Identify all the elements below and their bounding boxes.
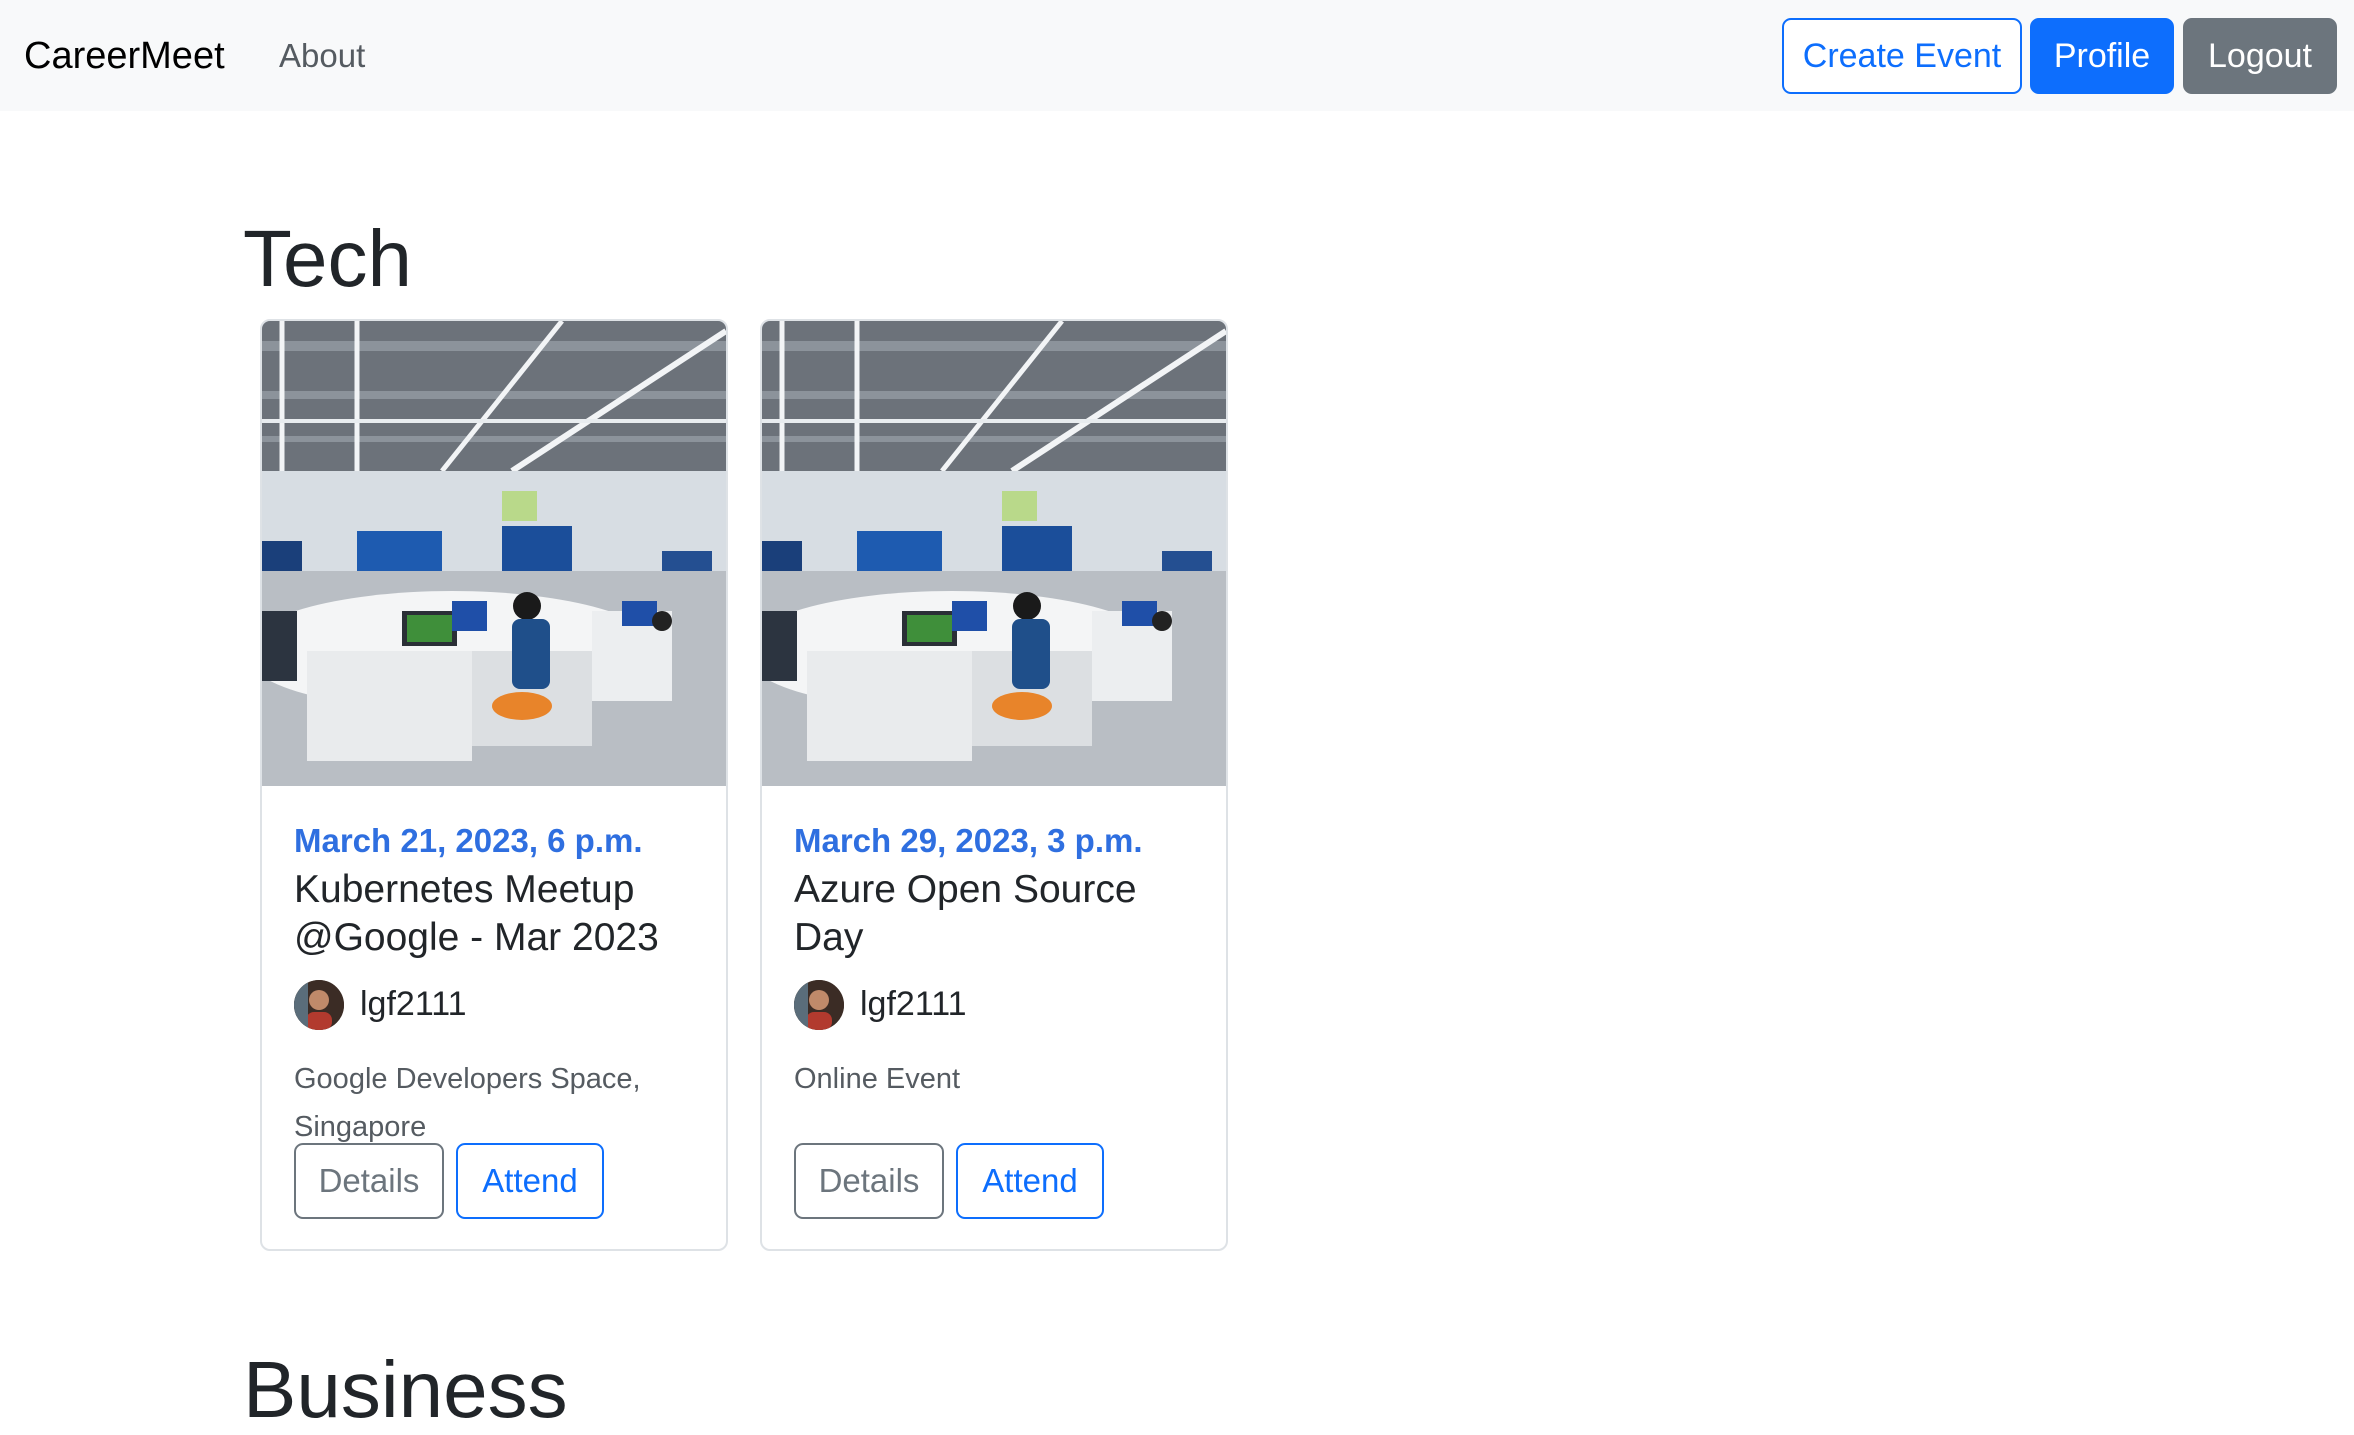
event-title[interactable]: Azure Open Source Day <box>794 866 1204 962</box>
event-date: March 29, 2023, 3 p.m. <box>794 822 1143 859</box>
event-date: March 21, 2023, 6 p.m. <box>294 822 643 859</box>
details-button[interactable]: Details <box>294 1143 444 1219</box>
organizer-name[interactable]: lgf2111 <box>360 984 467 1024</box>
office-workspace-image <box>762 321 1226 786</box>
user-avatar <box>794 980 844 1030</box>
event-location: Online Event <box>794 1063 961 1095</box>
section-title-business: Business <box>243 1345 568 1434</box>
event-location: Google Developers Space, Singapore <box>294 1063 641 1143</box>
profile-button[interactable]: Profile <box>2030 18 2174 94</box>
attend-button[interactable]: Attend <box>956 1143 1104 1219</box>
create-event-button[interactable]: Create Event <box>1782 18 2022 94</box>
details-button[interactable]: Details <box>794 1143 944 1219</box>
brand-logo[interactable]: CareerMeet <box>24 34 225 78</box>
user-avatar <box>294 980 344 1030</box>
logout-button[interactable]: Logout <box>2183 18 2337 94</box>
event-card: March 29, 2023, 3 p.m. Azure Open Source… <box>760 319 1228 1251</box>
event-title[interactable]: Kubernetes Meetup @Google - Mar 2023 <box>294 866 704 962</box>
top-navbar: CareerMeet About Create Event Profile Lo… <box>0 0 2354 111</box>
office-workspace-image <box>262 321 726 786</box>
section-title-tech: Tech <box>243 214 412 303</box>
event-card: March 21, 2023, 6 p.m. Kubernetes Meetup… <box>260 319 728 1251</box>
attend-button[interactable]: Attend <box>456 1143 604 1219</box>
organizer-name[interactable]: lgf2111 <box>860 984 967 1024</box>
nav-link-about[interactable]: About <box>279 36 365 76</box>
